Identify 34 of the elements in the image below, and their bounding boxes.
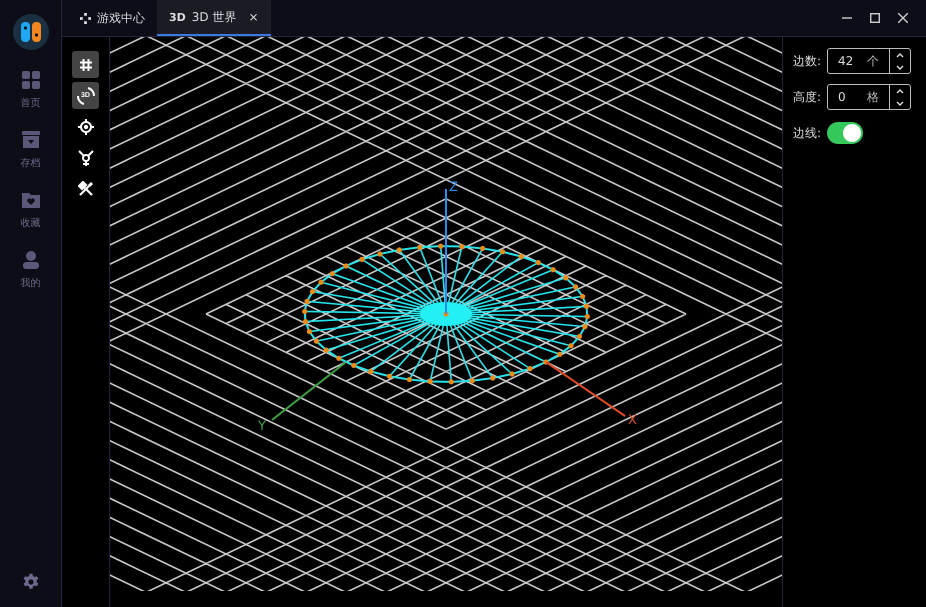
sidebar-label[interactable]: 收藏 (20, 216, 40, 230)
sidebar-icon[interactable] (20, 70, 40, 90)
maximize-icon[interactable] (870, 13, 880, 23)
tools-icon (78, 180, 94, 196)
field-label: 高度: (793, 88, 822, 106)
grid-icon (78, 58, 92, 72)
chevron-up-icon[interactable] (896, 88, 904, 94)
sidebar-label[interactable]: 我的 (20, 276, 40, 290)
close-icon[interactable] (898, 13, 908, 23)
gamepad-icon (80, 12, 91, 24)
field-label: 边线: (793, 124, 822, 142)
nodes-icon (78, 150, 94, 166)
number-field[interactable]: 0 格 (827, 84, 912, 110)
sidebar-label[interactable]: 存档 (20, 156, 40, 170)
toggle-switch[interactable] (827, 122, 864, 144)
sidebar-icon[interactable] (20, 190, 40, 210)
number-field[interactable]: 42 个 (827, 48, 912, 74)
close-tab-button[interactable]: × (248, 10, 259, 24)
field-label: 边数: (793, 52, 822, 70)
sidebar-icon[interactable] (20, 250, 40, 270)
settings-icon[interactable] (22, 573, 40, 591)
axis-label: X (628, 413, 637, 428)
toolbar-button[interactable] (72, 51, 99, 78)
chevron-up-icon[interactable] (896, 52, 904, 58)
axis-label: Z (449, 180, 458, 195)
chevron-down-icon[interactable] (896, 100, 904, 106)
sidebar-label[interactable]: 首页 (20, 96, 40, 110)
sidebar-icon[interactable] (20, 130, 40, 150)
target-icon (78, 118, 94, 134)
tab[interactable]: 3D 3D 世界 × (157, 0, 271, 36)
axis-label: Y (258, 419, 266, 434)
tab[interactable]: 游戏中心 (68, 0, 157, 36)
logo-icon (12, 14, 48, 50)
chevron-down-icon[interactable] (896, 64, 904, 70)
